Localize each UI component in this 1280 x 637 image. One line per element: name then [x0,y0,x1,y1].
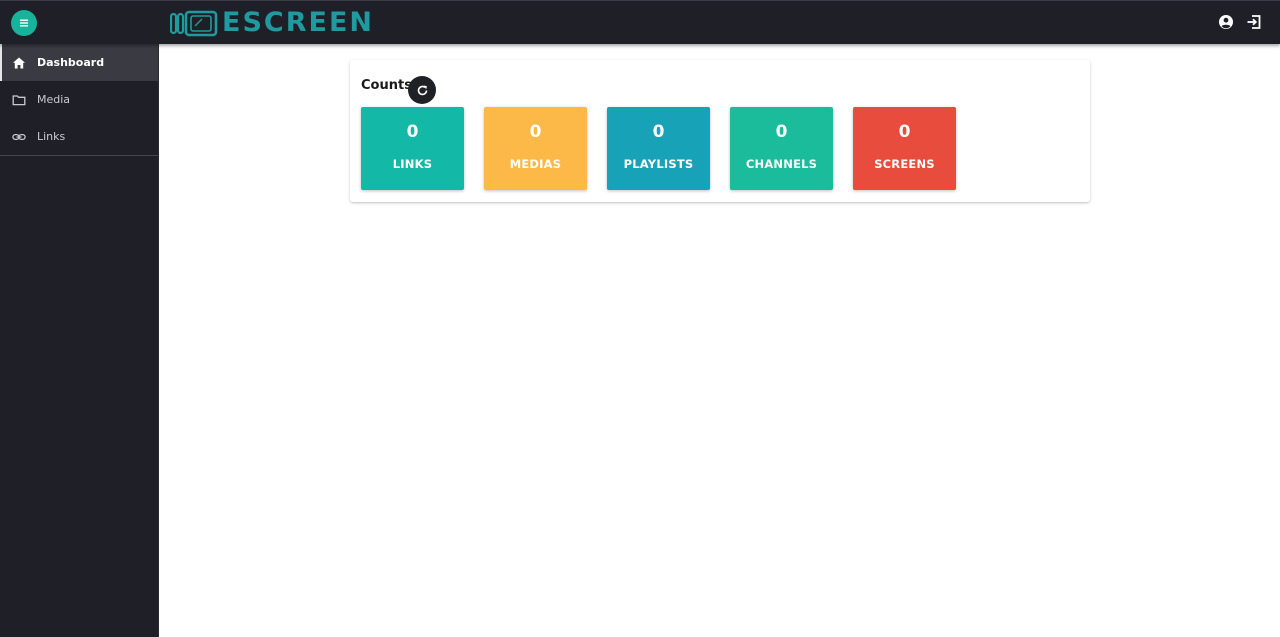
counts-card: Counts 0 LINKS 0 MEDIAS 0 PLAYLISTS 0 CH… [350,60,1090,202]
logo-mark-icon [170,10,218,37]
count-tiles: 0 LINKS 0 MEDIAS 0 PLAYLISTS 0 CHANNELS … [361,107,956,190]
sidebar-item-label: Media [37,93,71,106]
menu-toggle-button[interactable] [11,10,37,36]
count-tile-playlists[interactable]: 0 PLAYLISTS [607,107,710,190]
sidebar-item-links[interactable]: Links [0,118,158,155]
refresh-icon [417,84,427,95]
sidebar-item-dashboard[interactable]: Dashboard [0,44,158,81]
count-value: 0 [775,122,788,142]
app-logo[interactable]: ESCREEN [170,8,374,38]
count-value: 0 [898,122,911,142]
count-label: SCREENS [874,157,935,171]
sidebar-item-media[interactable]: Media [0,81,158,118]
count-tile-links[interactable]: 0 LINKS [361,107,464,190]
folder-icon [12,94,26,105]
count-value: 0 [529,122,542,142]
refresh-button[interactable] [408,76,436,104]
home-icon [13,57,25,68]
link-icon [12,133,26,140]
count-tile-medias[interactable]: 0 MEDIAS [484,107,587,190]
logout-icon[interactable] [1246,14,1262,30]
sidebar: Dashboard Media Links [0,44,159,637]
account-circle-icon[interactable] [1218,14,1234,30]
logo-text: ESCREEN [222,7,374,38]
sidebar-item-label: Dashboard [37,56,105,69]
count-label: LINKS [392,157,433,171]
count-label: PLAYLISTS [623,157,694,171]
count-label: MEDIAS [509,157,562,171]
count-label: CHANNELS [745,157,818,171]
count-tile-channels[interactable]: 0 CHANNELS [730,107,833,190]
count-tile-screens[interactable]: 0 SCREENS [853,107,956,190]
count-value: 0 [652,122,665,142]
hamburger-icon [20,19,28,27]
top-bar: ESCREEN [0,0,1280,44]
count-value: 0 [406,122,419,142]
counts-title: Counts [361,78,412,93]
sidebar-item-label: Links [37,130,66,143]
